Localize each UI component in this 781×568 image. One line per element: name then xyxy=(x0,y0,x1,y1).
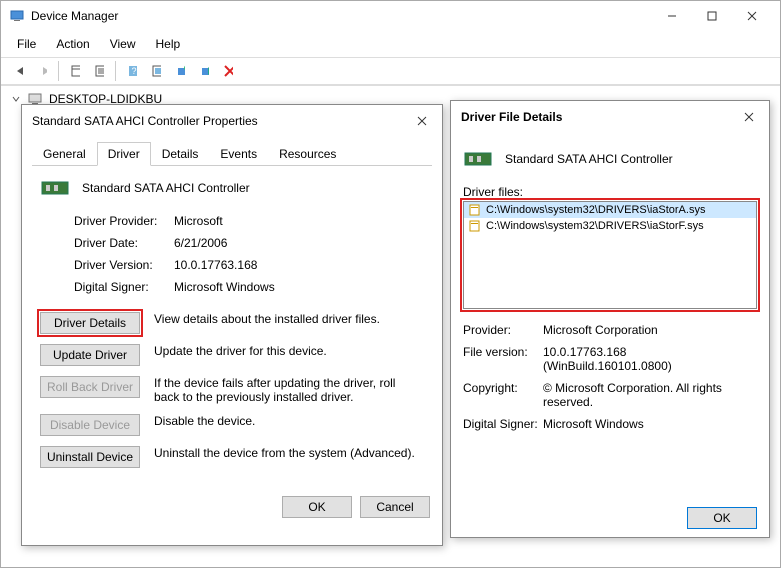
content-area: DESKTOP-LDIDKBU Standard SATA AHCI Contr… xyxy=(1,85,780,567)
toolbar: ? xyxy=(1,57,780,85)
driver-file-path: C:\Windows\system32\DRIVERS\iaStorA.sys xyxy=(486,204,705,216)
properties-button[interactable] xyxy=(88,60,110,82)
close-button[interactable] xyxy=(732,2,772,30)
tab-general[interactable]: General xyxy=(32,142,97,166)
device-name: Standard SATA AHCI Controller xyxy=(82,181,250,195)
provider-label: Driver Provider: xyxy=(74,214,174,228)
driver-file-path: C:\Windows\system32\DRIVERS\iaStorF.sys xyxy=(486,220,704,232)
driver-details-desc: View details about the installed driver … xyxy=(154,312,424,326)
signer-label: Digital Signer: xyxy=(74,280,174,294)
maximize-button[interactable] xyxy=(692,2,732,30)
driver-file-row[interactable]: C:\Windows\system32\DRIVERS\iaStorA.sys xyxy=(464,202,756,218)
file-icon xyxy=(468,203,482,217)
uninstall-device-button[interactable]: Uninstall Device xyxy=(40,446,140,468)
file-details-titlebar[interactable]: Driver File Details xyxy=(451,101,769,133)
device-manager-window: Device Manager File Action View Help ? D xyxy=(0,0,781,568)
properties-dialog-footer: OK Cancel xyxy=(22,488,442,526)
driver-files-label: Driver files: xyxy=(463,185,757,199)
driver-files-listbox[interactable]: C:\Windows\system32\DRIVERS\iaStorA.sys … xyxy=(463,201,757,309)
file-version-label: File version: xyxy=(463,345,543,373)
uninstall-device-desc: Uninstall the device from the system (Ad… xyxy=(154,446,424,460)
svg-text:?: ? xyxy=(131,66,136,76)
driver-file-row[interactable]: C:\Windows\system32\DRIVERS\iaStorF.sys xyxy=(464,218,756,234)
tab-resources[interactable]: Resources xyxy=(268,142,347,166)
menu-action[interactable]: Action xyxy=(46,33,99,55)
file-details-close-button[interactable] xyxy=(739,107,759,127)
disable-button[interactable] xyxy=(217,60,239,82)
driver-details-button[interactable]: Driver Details xyxy=(40,312,140,334)
update-driver-button[interactable] xyxy=(169,60,191,82)
properties-dialog-title: Standard SATA AHCI Controller Properties xyxy=(32,114,412,128)
properties-dialog: Standard SATA AHCI Controller Properties… xyxy=(21,104,443,546)
properties-dialog-titlebar[interactable]: Standard SATA AHCI Controller Properties xyxy=(22,105,442,137)
disable-device-button: Disable Device xyxy=(40,414,140,436)
back-button[interactable] xyxy=(7,60,29,82)
help-button[interactable]: ? xyxy=(121,60,143,82)
menu-file[interactable]: File xyxy=(7,33,46,55)
file-provider-value: Microsoft Corporation xyxy=(543,323,757,337)
file-details-title: Driver File Details xyxy=(461,110,739,124)
chevron-down-icon[interactable] xyxy=(11,94,21,104)
tab-strip: General Driver Details Events Resources xyxy=(32,141,432,166)
version-label: Driver Version: xyxy=(74,258,174,272)
forward-button[interactable] xyxy=(31,60,53,82)
file-copyright-label: Copyright: xyxy=(463,381,543,409)
window-titlebar[interactable]: Device Manager xyxy=(1,1,780,31)
properties-dialog-close-button[interactable] xyxy=(412,111,432,131)
driver-tab-body: Standard SATA AHCI Controller Driver Pro… xyxy=(22,166,442,488)
properties-ok-button[interactable]: OK xyxy=(282,496,352,518)
rollback-driver-desc: If the device fails after updating the d… xyxy=(154,376,424,404)
tab-events[interactable]: Events xyxy=(209,142,268,166)
rollback-driver-button: Roll Back Driver xyxy=(40,376,140,398)
file-icon xyxy=(468,219,482,233)
date-label: Driver Date: xyxy=(74,236,174,250)
file-details-footer: OK xyxy=(451,499,769,537)
show-hidden-button[interactable] xyxy=(64,60,86,82)
file-signer-value: Microsoft Windows xyxy=(543,417,757,431)
date-value: 6/21/2006 xyxy=(174,236,424,250)
provider-value: Microsoft xyxy=(174,214,424,228)
menubar: File Action View Help xyxy=(1,31,780,57)
file-details-ok-button[interactable]: OK xyxy=(687,507,757,529)
update-driver-desc: Update the driver for this device. xyxy=(154,344,424,358)
update-driver-button[interactable]: Update Driver xyxy=(40,344,140,366)
tab-details[interactable]: Details xyxy=(151,142,210,166)
menu-help[interactable]: Help xyxy=(146,33,191,55)
controller-icon xyxy=(40,176,72,200)
driver-file-details-dialog: Driver File Details Standard SATA AHCI C… xyxy=(450,100,770,538)
controller-icon xyxy=(463,147,495,171)
window-title: Device Manager xyxy=(31,9,652,23)
file-provider-label: Provider: xyxy=(463,323,543,337)
scan-button[interactable] xyxy=(145,60,167,82)
properties-cancel-button[interactable]: Cancel xyxy=(360,496,430,518)
menu-view[interactable]: View xyxy=(100,33,146,55)
file-signer-label: Digital Signer: xyxy=(463,417,543,431)
device-manager-icon xyxy=(9,8,25,24)
signer-value: Microsoft Windows xyxy=(174,280,424,294)
disable-device-desc: Disable the device. xyxy=(154,414,424,428)
file-copyright-value: © Microsoft Corporation. All rights rese… xyxy=(543,381,757,409)
file-details-device-name: Standard SATA AHCI Controller xyxy=(505,152,673,166)
minimize-button[interactable] xyxy=(652,2,692,30)
tab-driver[interactable]: Driver xyxy=(97,142,151,166)
uninstall-button[interactable] xyxy=(193,60,215,82)
file-version-value: 10.0.17763.168 (WinBuild.160101.0800) xyxy=(543,345,757,373)
version-value: 10.0.17763.168 xyxy=(174,258,424,272)
